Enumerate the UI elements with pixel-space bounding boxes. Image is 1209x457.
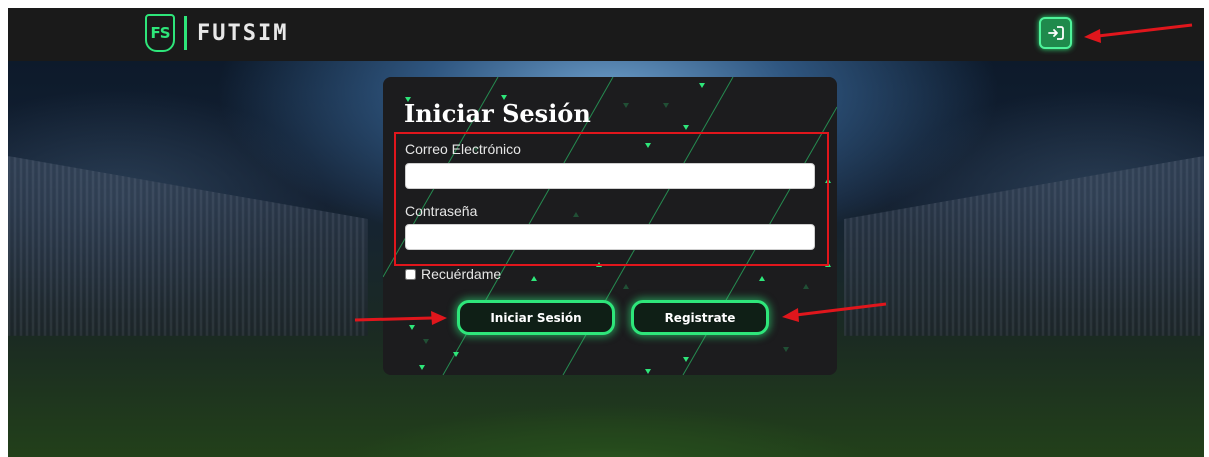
top-navbar: FS FUTSIM: [8, 8, 1204, 61]
logo-mark: FS: [145, 14, 175, 52]
login-submit-button[interactable]: Iniciar Sesión: [457, 300, 615, 335]
app-name: FUTSIM: [197, 20, 289, 46]
login-title: Iniciar Sesión: [404, 99, 591, 128]
password-field[interactable]: [405, 224, 815, 250]
password-label: Contraseña: [405, 203, 478, 219]
logo-mark-text: FS: [150, 24, 170, 42]
remember-me-checkbox[interactable]: [405, 268, 416, 280]
email-field[interactable]: [405, 163, 815, 189]
stadium-crowd-left: [8, 156, 368, 336]
login-card: Iniciar Sesión Correo Electrónico Contra…: [383, 77, 837, 375]
app-frame: FS FUTSIM Iniciar Sesión Correo Electrón…: [8, 8, 1204, 457]
logo-divider: [184, 16, 187, 50]
login-icon: [1047, 26, 1064, 40]
email-label: Correo Electrónico: [405, 141, 521, 157]
login-icon-button[interactable]: [1039, 17, 1072, 49]
remember-me-label: Recuérdame: [421, 266, 502, 282]
futsim-logo[interactable]: FS FUTSIM: [145, 13, 288, 53]
remember-me[interactable]: Recuérdame: [405, 266, 501, 282]
register-button[interactable]: Registrate: [631, 300, 769, 335]
stadium-crowd-right: [844, 156, 1204, 336]
